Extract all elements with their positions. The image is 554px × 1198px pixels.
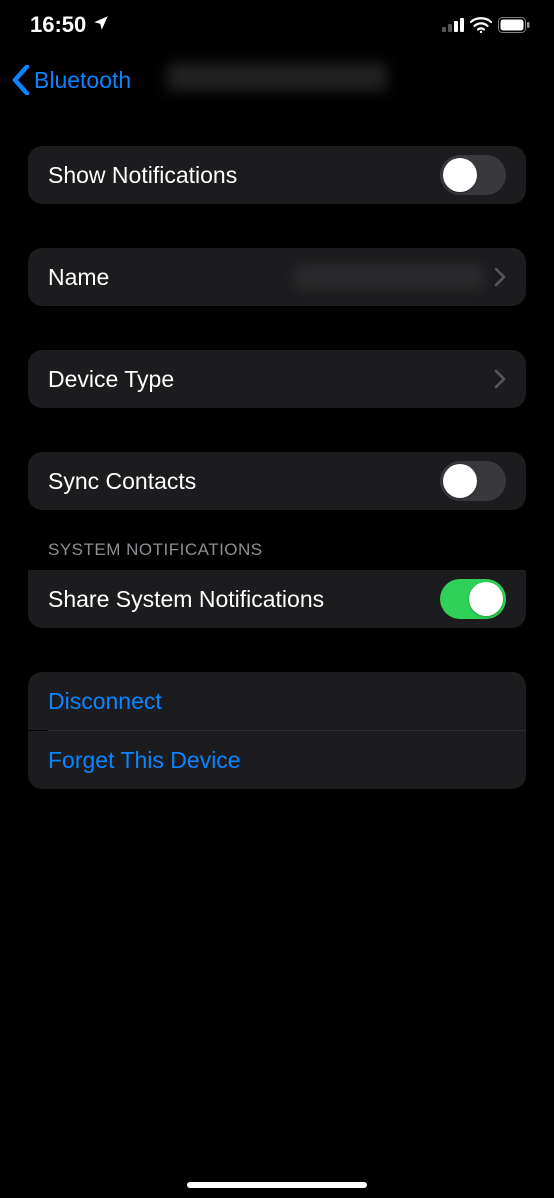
nav-bar: Bluetooth [0, 50, 554, 110]
label-sync-contacts: Sync Contacts [48, 468, 196, 495]
row-show-notifications[interactable]: Show Notifications [28, 146, 526, 204]
section-header-system-notifications: SYSTEM NOTIFICATIONS [28, 540, 526, 570]
status-left: 16:50 [30, 12, 110, 38]
status-time: 16:50 [30, 12, 86, 38]
button-disconnect[interactable]: Disconnect [48, 688, 162, 715]
status-right [442, 17, 530, 33]
back-label: Bluetooth [34, 67, 131, 94]
wifi-icon [470, 17, 492, 33]
status-bar: 16:50 [0, 0, 554, 50]
row-disconnect[interactable]: Disconnect [28, 672, 526, 730]
row-sync-contacts[interactable]: Sync Contacts [28, 452, 526, 510]
value-name-redacted [294, 264, 484, 290]
label-show-notifications: Show Notifications [48, 162, 237, 189]
chevron-left-icon [10, 65, 32, 95]
back-button[interactable]: Bluetooth [10, 65, 131, 95]
chevron-right-icon [494, 267, 506, 287]
label-share-system-notifications: Share System Notifications [48, 586, 324, 613]
title-redacted [167, 63, 387, 91]
row-name[interactable]: Name [28, 248, 526, 306]
row-device-type[interactable]: Device Type [28, 350, 526, 408]
label-device-type: Device Type [48, 366, 174, 393]
button-forget-device[interactable]: Forget This Device [48, 747, 241, 774]
row-forget-device[interactable]: Forget This Device [28, 731, 526, 789]
chevron-right-icon [494, 369, 506, 389]
battery-icon [498, 17, 530, 33]
location-icon [92, 12, 110, 38]
toggle-share-system-notifications[interactable] [440, 579, 506, 619]
toggle-show-notifications[interactable] [440, 155, 506, 195]
toggle-sync-contacts[interactable] [440, 461, 506, 501]
row-share-system-notifications[interactable]: Share System Notifications [28, 570, 526, 628]
home-indicator[interactable] [187, 1182, 367, 1188]
cellular-icon [442, 18, 464, 32]
label-name: Name [48, 264, 109, 291]
